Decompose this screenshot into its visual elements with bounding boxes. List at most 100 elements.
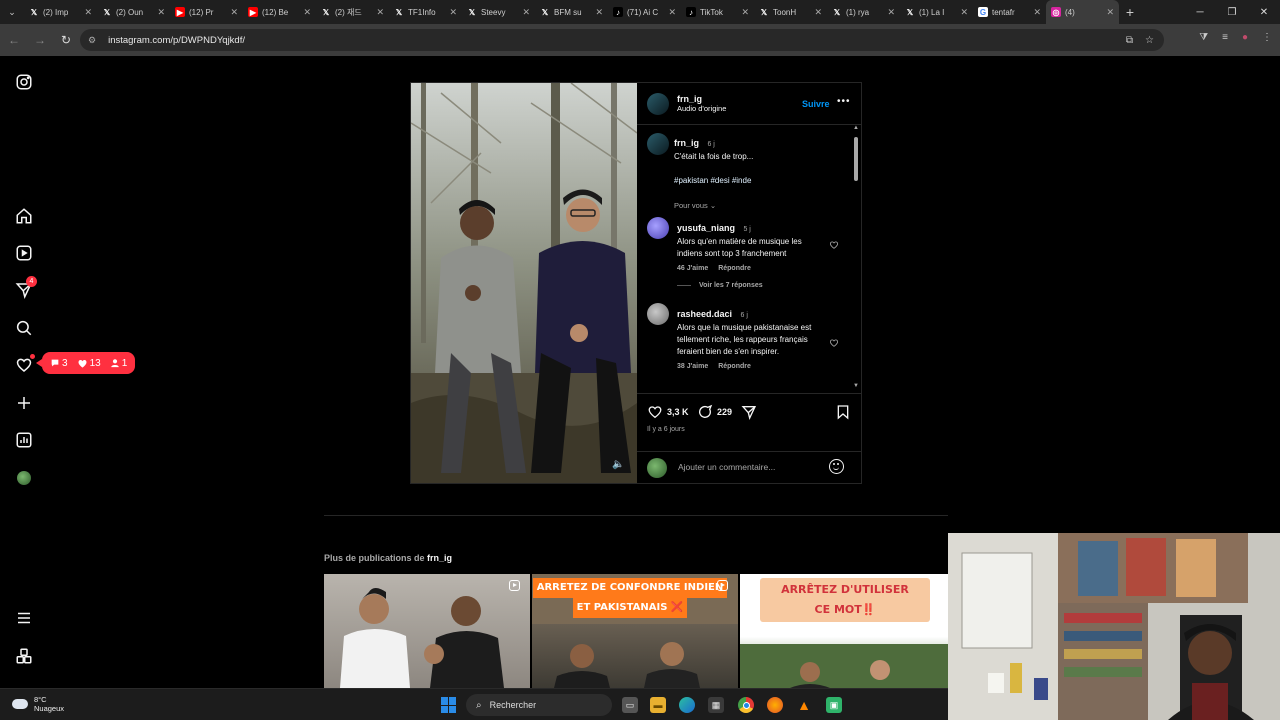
forward-button[interactable]: → [28,28,52,52]
new-tab-button[interactable]: + [1119,4,1141,20]
pour-vous-dropdown[interactable]: Pour vous ⌄ [674,201,844,210]
media-control-icon[interactable]: ≡ [1222,32,1228,43]
post-thumbnail[interactable]: ARRETEZ DE CONFONDRE INDIEN ET PAKISTANA… [532,574,738,688]
browser-tab[interactable]: 𝕏 (1) La I ✕ [900,0,973,24]
more-options-button[interactable]: ••• [837,96,851,107]
post-thumbnail[interactable]: ARRÊTEZ D'UTILISER CE MOT‼️ [740,574,948,688]
browser-tab[interactable]: 𝕏 (1) rya ✕ [827,0,900,24]
browser-tab[interactable]: ♪ TikTok ✕ [681,0,754,24]
follow-button[interactable]: Suivre [802,99,830,109]
post-video[interactable]: 🔈 [411,83,637,483]
share-icon[interactable] [741,404,757,425]
browser-tab[interactable]: 𝕏 (2) Oun ✕ [97,0,170,24]
menu-hamburger-icon[interactable] [14,608,34,628]
site-info-icon[interactable]: ⚙ [88,35,96,46]
volume-icon[interactable]: 🔈 [612,459,624,470]
close-tab-icon[interactable]: ✕ [376,7,384,18]
audio-label[interactable]: Audio d'origine [677,104,726,113]
search-icon[interactable] [14,318,34,338]
reply-button[interactable]: Répondre [718,265,751,272]
comment-like-heart-icon[interactable] [829,335,839,353]
reload-button[interactable]: ↻ [54,28,78,52]
comments-count[interactable]: 229 [717,407,732,417]
back-button[interactable]: ← [2,28,26,52]
scrollbar-thumb[interactable] [854,137,858,181]
tab-search-button[interactable]: ⌄ [0,0,24,24]
file-explorer-icon[interactable]: ▬ [650,697,666,713]
close-tab-icon[interactable]: ✕ [595,7,603,18]
browser-tab[interactable]: 𝕏 Steevy ✕ [462,0,535,24]
home-icon[interactable] [14,206,34,226]
close-tab-icon[interactable]: ✕ [814,7,822,18]
dashboard-icon[interactable] [14,430,34,450]
author-avatar[interactable] [647,93,669,115]
close-tab-icon[interactable]: ✕ [157,7,165,18]
weather-widget[interactable]: 8°C Nuageux [12,695,64,713]
add-comment-input[interactable]: Ajouter un commentaire... [678,462,775,472]
more-posts-author-link[interactable]: frn_ig [427,553,452,563]
vlc-icon[interactable]: ▲ [796,697,812,713]
browser-tab[interactable]: ▶ (12) Pr ✕ [170,0,243,24]
comments-scrollbar[interactable]: ▲ ▼ [853,125,859,391]
browser-tab[interactable]: ▶ (12) Be ✕ [243,0,316,24]
browser-tab[interactable]: ◎ (4) ✕ [1046,0,1119,24]
profile-icon[interactable]: ● [1242,32,1248,43]
app-icon[interactable]: ▣ [826,697,842,713]
comment-username[interactable]: yusufa_niang [677,223,735,233]
activity-tooltip[interactable]: 3 13 1 [35,352,136,374]
comments-list[interactable]: frn_ig 6 j C'était la fois de trop... #p… [637,125,861,393]
close-tab-icon[interactable]: ✕ [1106,7,1114,18]
browser-tab[interactable]: Gtentafr ✕ [973,0,1046,24]
close-tab-icon[interactable]: ✕ [230,7,238,18]
post-thumbnail[interactable] [324,574,530,688]
instagram-logo-icon[interactable] [14,72,34,92]
close-tab-icon[interactable]: ✕ [887,7,895,18]
caption-username[interactable]: frn_ig [674,138,699,148]
browser-tab[interactable]: 𝕏 (2) Imp ✕ [24,0,97,24]
chrome-icon[interactable] [738,697,754,713]
emoji-icon[interactable] [829,459,844,474]
windows-start-icon[interactable] [441,697,457,713]
edge-browser-icon[interactable] [679,697,695,713]
commenter-avatar[interactable] [647,217,669,239]
notifications-heart-icon[interactable] [14,354,35,375]
browser-tab[interactable]: 𝕏 ToonH ✕ [754,0,827,24]
caption-hashtags[interactable]: #pakistan #desi #inde [674,175,844,187]
address-bar[interactable]: ⚙ instagram.com/p/DWPNDYqjkdf/ ⧉ ☆ [80,29,1164,51]
close-window-button[interactable]: ✕ [1248,0,1280,24]
store-icon[interactable]: ▦ [708,697,724,713]
reels-icon[interactable] [14,243,34,263]
minimize-button[interactable]: ─ [1184,0,1216,24]
profile-avatar-nav[interactable] [14,468,34,488]
install-app-icon[interactable]: ⧉ [1126,35,1133,46]
save-bookmark-icon[interactable] [835,404,851,425]
task-view-icon[interactable]: ▭ [622,697,638,713]
close-tab-icon[interactable]: ✕ [1033,7,1041,18]
close-tab-icon[interactable]: ✕ [960,7,968,18]
likes-count[interactable]: 3,3 K [667,407,689,417]
bookmark-star-icon[interactable]: ☆ [1145,35,1154,46]
author-username[interactable]: frn_ig [677,94,726,104]
caption-avatar[interactable] [647,133,669,155]
comment-like-heart-icon[interactable] [829,237,839,255]
close-tab-icon[interactable]: ✕ [522,7,530,18]
close-tab-icon[interactable]: ✕ [741,7,749,18]
also-from-meta-icon[interactable] [14,646,34,666]
comment-likes[interactable]: 38 J'aime [677,363,708,370]
comment-icon[interactable] [697,404,713,425]
restore-button[interactable]: ❐ [1216,0,1248,24]
firefox-icon[interactable] [767,697,783,713]
view-replies-button[interactable]: Voir les 7 réponses [677,282,827,289]
messages-icon[interactable]: 4 [14,276,37,300]
browser-tab[interactable]: 𝕏 TF1Info ✕ [389,0,462,24]
commenter-avatar[interactable] [647,303,669,325]
close-tab-icon[interactable]: ✕ [668,7,676,18]
reply-button[interactable]: Répondre [718,363,751,370]
browser-tab[interactable]: 𝕏 (2) 재드 ✕ [316,0,389,24]
close-tab-icon[interactable]: ✕ [84,7,92,18]
close-tab-icon[interactable]: ✕ [303,7,311,18]
create-plus-icon[interactable] [14,393,34,413]
browser-tab[interactable]: 𝕏 BFM su ✕ [535,0,608,24]
browser-menu-icon[interactable]: ⋮ [1262,32,1272,43]
browser-tab[interactable]: ♪ (71) Ai C ✕ [608,0,681,24]
